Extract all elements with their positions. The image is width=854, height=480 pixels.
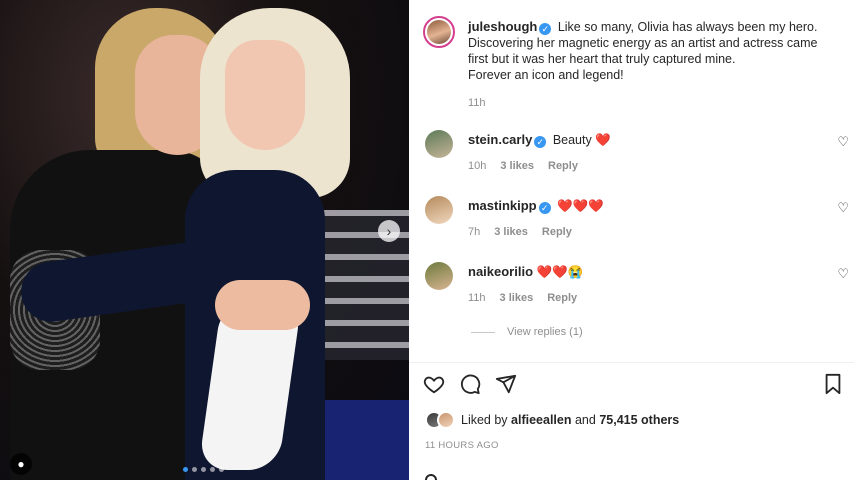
reply-button[interactable]: Reply — [542, 226, 572, 238]
liker-avatar — [437, 411, 455, 429]
commenter-avatar[interactable] — [425, 196, 453, 224]
caption-line: Forever an icon and legend! — [468, 68, 624, 82]
likes-joiner: and — [574, 413, 596, 427]
author-avatar[interactable] — [423, 16, 455, 48]
comment-username[interactable]: mastinkipp — [468, 198, 537, 213]
comment: naikeorilio ❤️❤️😭 11h 3 likes Reply ♡ — [423, 262, 853, 322]
carousel-indicator — [183, 467, 224, 472]
comment-emoji: ❤️ — [595, 133, 611, 147]
likes-count[interactable]: 75,415 others — [599, 413, 679, 427]
verified-badge-icon: ✓ — [539, 23, 552, 35]
view-replies-button[interactable]: View replies (1) — [471, 326, 583, 338]
comment-time: 7h — [468, 226, 481, 238]
caption-timestamp: 11h — [468, 97, 486, 109]
caption-line: Like so many, Olivia has always been my … — [557, 20, 818, 34]
comment-icon[interactable] — [459, 373, 481, 395]
carousel-dot — [183, 467, 188, 472]
comment-username[interactable]: stein.carly — [468, 132, 532, 147]
caption-line: Discovering her magnetic energy as an ar… — [468, 36, 818, 50]
comment-emoji: ❤️❤️😭 — [536, 265, 584, 279]
comment-likes[interactable]: 3 likes — [500, 160, 534, 172]
verified-badge-icon: ✓ — [534, 136, 547, 148]
comment-likes[interactable]: 3 likes — [494, 226, 528, 238]
post-actions — [423, 373, 843, 399]
post-timestamp: 11 hours ago — [425, 440, 499, 451]
caption-line: first but it was her heart that truly ca… — [468, 52, 736, 66]
bookmark-icon[interactable] — [823, 373, 843, 395]
carousel-dot — [201, 467, 206, 472]
view-replies-label: View replies (1) — [507, 326, 583, 338]
post-caption: juleshough ✓ Like so many, Olivia has alw… — [468, 19, 838, 83]
heart-icon[interactable]: ♡ — [837, 266, 849, 282]
post-sidebar: juleshough ✓ Like so many, Olivia has alw… — [409, 0, 854, 480]
commenter-avatar[interactable] — [425, 262, 453, 290]
comment-likes[interactable]: 3 likes — [500, 292, 534, 304]
carousel-dot — [219, 467, 224, 472]
person-icon[interactable]: ● — [10, 453, 32, 475]
heart-icon[interactable]: ♡ — [837, 134, 849, 150]
likes-summary: Liked by alfieeallen and 75,415 others — [425, 411, 679, 429]
comment: mastinkipp ✓ ❤️❤️❤️ 7h 3 likes Reply ♡ — [423, 196, 853, 256]
replies-divider — [471, 331, 495, 333]
comment-time: 11h — [468, 292, 486, 304]
share-icon[interactable] — [495, 373, 517, 395]
liker-username[interactable]: alfieeallen — [511, 413, 571, 427]
carousel-dot — [210, 467, 215, 472]
comment-username[interactable]: naikeorilio — [468, 264, 533, 279]
post-photo[interactable]: › ● — [0, 0, 409, 480]
person-right-face — [225, 40, 305, 150]
section-divider — [409, 362, 854, 363]
commenter-avatar[interactable] — [425, 130, 453, 158]
comment: stein.carly ✓ Beauty ❤️ 10h 3 likes Reply… — [423, 130, 853, 190]
author-username[interactable]: juleshough — [468, 19, 537, 34]
likes-prefix: Liked by — [461, 413, 508, 427]
verified-badge-icon: ✓ — [538, 202, 551, 214]
comment-emoji: ❤️❤️❤️ — [557, 199, 604, 213]
heart-icon[interactable]: ♡ — [837, 200, 849, 216]
comment-time: 10h — [468, 160, 487, 172]
reply-button[interactable]: Reply — [547, 292, 577, 304]
carousel-dot — [192, 467, 197, 472]
comment-text: Beauty — [552, 133, 592, 147]
hand — [215, 280, 310, 330]
emoji-icon[interactable] — [425, 474, 437, 480]
reply-button[interactable]: Reply — [548, 160, 578, 172]
heart-icon[interactable] — [423, 373, 445, 395]
chevron-right-icon[interactable]: › — [378, 220, 400, 242]
